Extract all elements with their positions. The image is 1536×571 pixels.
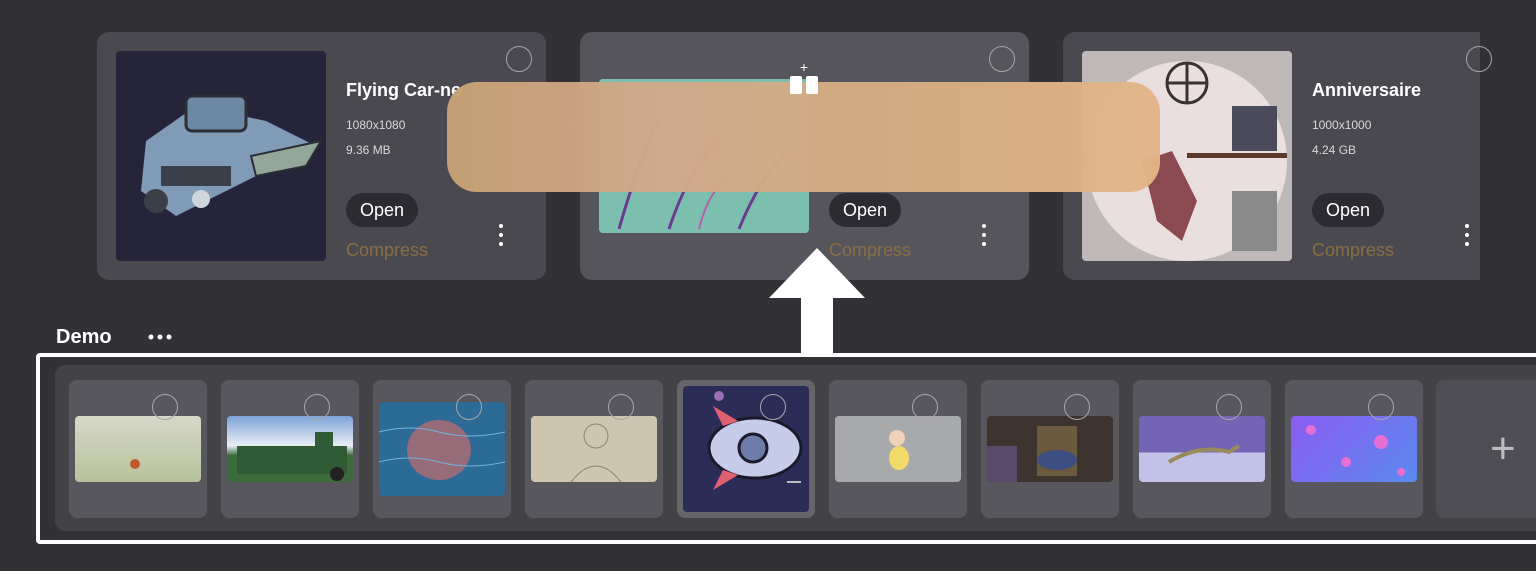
section-more-icon[interactable] xyxy=(147,330,175,344)
project-thumbnail[interactable] xyxy=(116,51,326,261)
project-size: 4.24 GB xyxy=(1312,143,1357,157)
more-options-icon[interactable] xyxy=(499,224,503,251)
svg-text:+: + xyxy=(800,62,808,75)
drag-preview-pill[interactable] xyxy=(447,82,1160,192)
compress-link[interactable]: Compress xyxy=(1312,240,1394,261)
highlight-frame xyxy=(36,353,1536,544)
more-options-icon[interactable] xyxy=(1465,224,1469,251)
project-title: Flying Car-ne xyxy=(346,80,462,100)
project-dimensions: 1000x1000 xyxy=(1312,118,1372,132)
open-button[interactable]: Open xyxy=(829,193,901,227)
up-arrow-icon xyxy=(769,248,865,356)
project-size: 9.36 MB xyxy=(346,143,391,157)
select-checkbox[interactable] xyxy=(506,46,532,72)
select-checkbox[interactable] xyxy=(1466,46,1492,72)
more-options-icon[interactable] xyxy=(982,224,986,251)
open-button[interactable]: Open xyxy=(346,193,418,227)
project-title: Anniversaire xyxy=(1312,80,1422,100)
add-to-section-icon: + xyxy=(788,59,820,96)
project-dimensions: 1080x1080 xyxy=(346,118,406,132)
select-checkbox[interactable] xyxy=(989,46,1015,72)
section-title: Demo xyxy=(56,326,112,348)
open-button[interactable]: Open xyxy=(1312,193,1384,227)
compress-link[interactable]: Compress xyxy=(346,240,428,261)
